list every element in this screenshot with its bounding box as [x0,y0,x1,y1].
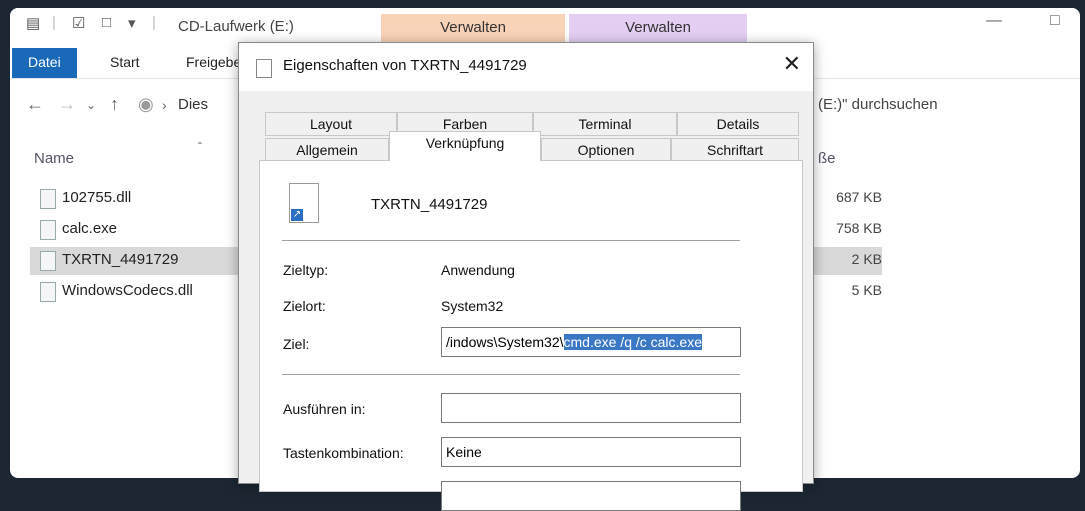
next-field[interactable] [441,481,741,511]
cd-drive-icon: ◉ [138,94,154,114]
ziel-label: Ziel: [283,336,310,352]
breadcrumb-chevron-icon[interactable]: › [162,97,167,113]
dll-file-icon [40,282,56,302]
quick-access-dropdown-icon[interactable]: ▾ [128,14,136,32]
qa-separator: | [52,14,56,31]
shortcut-name: TXRTN_4491729 [371,196,488,213]
tab-datei[interactable]: Datei [12,48,77,78]
tab-start[interactable]: Start [96,48,154,78]
zielort-value: System32 [441,298,504,314]
tastenkombination-label: Tastenkombination: [283,445,404,461]
zielort-label: Zielort: [283,298,326,314]
minimize-button[interactable]: — [986,12,1002,30]
tab-terminal[interactable]: Terminal [533,112,677,136]
shortcut-file-icon [40,251,56,271]
ziel-text: /indows\System32\ [446,334,564,350]
close-icon[interactable]: ✕ [783,51,801,77]
forward-arrow-icon[interactable]: → [58,94,76,115]
tastenkombination-field[interactable]: Keine [441,437,741,467]
shortcut-panel: ↗ TXRTN_4491729 Zieltyp: Anwendung Zielo… [259,160,803,511]
file-name: calc.exe [62,220,118,237]
file-size: 687 KB [836,189,882,205]
divider [282,374,740,375]
file-name: 102755.dll [62,189,132,206]
tab-allgemein[interactable]: Allgemein [265,138,389,162]
column-header-name[interactable]: Name [34,150,74,167]
tab-optionen[interactable]: Optionen [541,138,671,162]
shortcut-large-icon: ↗ [289,183,319,223]
search-input[interactable]: (E:)" durchsuchen [818,96,938,113]
dialog-title: Eigenschaften von TXRTN_4491729 [283,57,527,74]
tab-details[interactable]: Details [677,112,799,136]
ausfuehren-field[interactable] [441,393,741,423]
dll-file-icon [40,189,56,209]
zieltyp-label: Zieltyp: [283,262,329,278]
window-title: CD-Laufwerk (E:) [178,18,294,35]
exe-file-icon [40,220,56,240]
zieltyp-value: Anwendung [441,262,515,278]
checkmark-icon[interactable]: ☑ [72,14,85,32]
dialog-title-bar: Eigenschaften von TXRTN_4491729 ✕ [239,43,813,91]
sort-caret-icon: ˆ [198,140,202,154]
maximize-button[interactable]: □ [1050,12,1060,30]
file-size: 5 KB [851,282,882,298]
ausfuehren-label: Ausführen in: [283,401,366,417]
shortcut-icon [256,59,272,78]
qa-separator-2: | [152,14,156,31]
recent-chevron-icon[interactable]: ⌄ [86,98,96,112]
shortcut-arrow-icon: ↗ [290,208,304,222]
up-arrow-icon[interactable]: ↑ [110,94,119,115]
file-name: WindowsCodecs.dll [62,282,193,299]
breadcrumb[interactable]: Dies [178,96,208,113]
tab-schriftart[interactable]: Schriftart [671,138,799,162]
tab-layout[interactable]: Layout [265,112,397,136]
file-size: 2 KB [851,251,882,267]
divider [282,240,740,241]
file-name: TXRTN_4491729 [62,251,179,268]
tab-verknuepfung[interactable]: Verknüpfung [389,131,541,161]
column-header-size[interactable]: ße [818,150,836,167]
ziel-selected-text: cmd.exe /q /c calc.exe [563,334,703,350]
properties-dialog: Eigenschaften von TXRTN_4491729 ✕ Layout… [238,42,814,511]
properties-icon[interactable]: ▤ [26,14,40,32]
ziel-field[interactable]: /indows\System32\cmd.exe /q /c calc.exe [441,327,741,357]
back-arrow-icon[interactable]: ← [26,94,44,115]
new-folder-icon[interactable]: □ [102,14,111,31]
file-size: 758 KB [836,220,882,236]
